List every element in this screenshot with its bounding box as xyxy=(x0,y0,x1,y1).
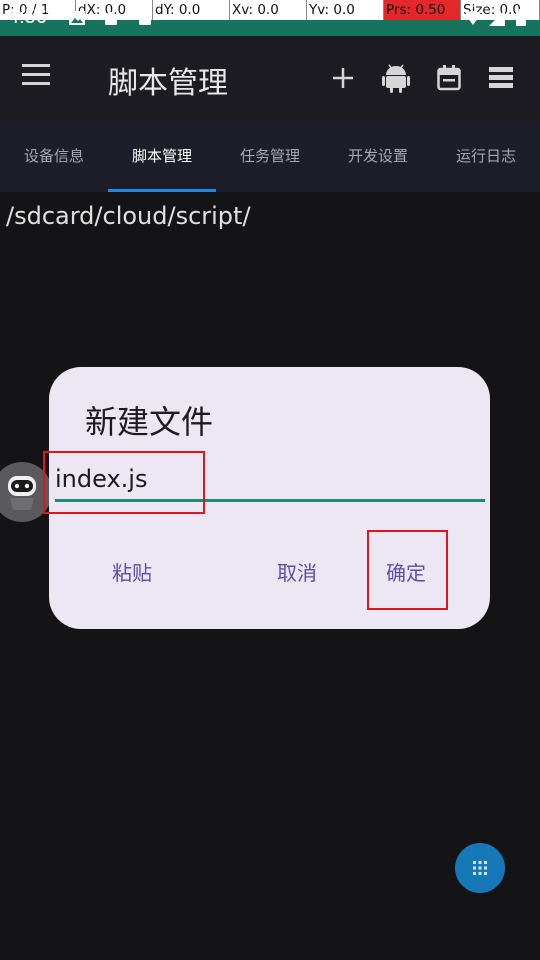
android-notification-icon-2 xyxy=(139,12,151,25)
menu-icon[interactable] xyxy=(22,64,62,92)
page-title: 脚本管理 xyxy=(108,66,228,101)
dialog-title: 新建文件 xyxy=(85,403,214,441)
clock: 4:56 xyxy=(8,6,47,28)
debug-yv: Yv: 0.0 xyxy=(307,0,384,20)
add-icon[interactable] xyxy=(327,62,359,94)
battery-icon xyxy=(516,9,526,26)
signal-icon xyxy=(489,10,505,26)
tab-script-management[interactable]: 脚本管理 xyxy=(108,120,216,192)
android-icon[interactable] xyxy=(380,62,412,94)
tab-device-info[interactable]: 设备信息 xyxy=(0,120,108,192)
cancel-button[interactable]: 取消 xyxy=(277,557,317,586)
calendar-icon[interactable] xyxy=(433,62,465,94)
wifi-icon xyxy=(465,11,481,25)
highlight-box-input xyxy=(43,451,205,514)
tab-developer-settings[interactable]: 开发设置 xyxy=(324,120,432,192)
grid-icon xyxy=(473,861,487,875)
debug-dy: dY: 0.0 xyxy=(153,0,230,20)
debug-xv: Xv: 0.0 xyxy=(230,0,307,20)
current-path: /sdcard/cloud/script/ xyxy=(6,202,251,230)
paste-button[interactable]: 粘贴 xyxy=(112,557,152,586)
android-notification-icon xyxy=(105,12,117,25)
top-app-bar: 脚本管理 xyxy=(0,36,540,120)
highlight-box-confirm xyxy=(367,530,448,610)
image-notification-icon xyxy=(69,11,85,25)
tab-task-management[interactable]: 任务管理 xyxy=(216,120,324,192)
tab-run-log[interactable]: 运行日志 xyxy=(432,120,540,192)
debug-pressure: Prs: 0.50 xyxy=(384,0,461,20)
grid-fab-button[interactable] xyxy=(455,843,505,893)
tab-bar: 设备信息 脚本管理 任务管理 开发设置 运行日志 xyxy=(0,120,540,192)
status-bar: P: 0 / 1 dX: 0.0 dY: 0.0 Xv: 0.0 Yv: 0.0… xyxy=(0,0,540,36)
list-icon[interactable] xyxy=(485,62,517,94)
